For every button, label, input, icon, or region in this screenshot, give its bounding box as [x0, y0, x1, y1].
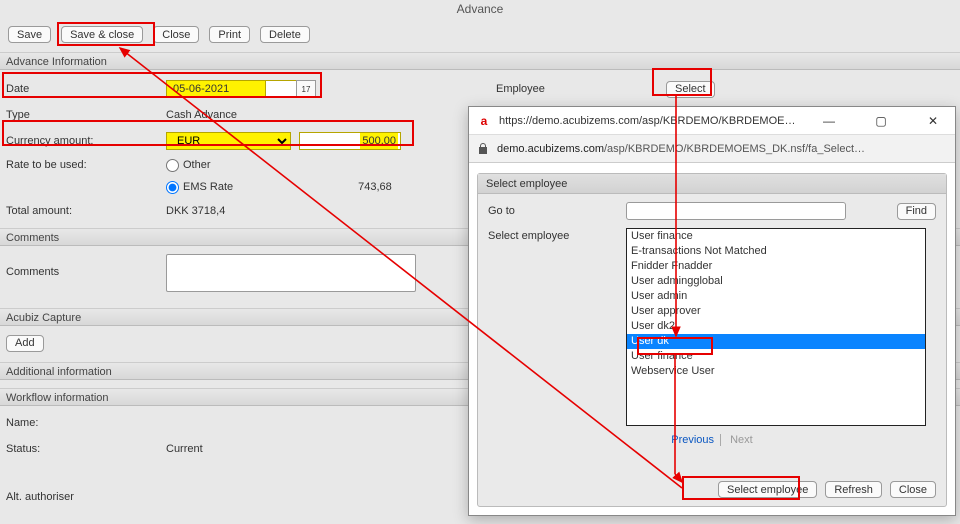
popup-url-bar: demo.acubizems.com/asp/KBRDEMO/KBRDEMOEM… — [469, 135, 955, 163]
calendar-icon[interactable]: 17 — [296, 80, 316, 98]
pager-next[interactable]: Next — [724, 434, 753, 446]
section-advance-info: Advance Information — [0, 52, 960, 70]
window-title: Advance — [0, 2, 960, 16]
select-employee-label: Select employee — [488, 228, 618, 242]
popup-header: Select employee — [478, 174, 946, 194]
employee-item[interactable]: Webservice User — [627, 364, 925, 379]
rate-other-radio[interactable] — [166, 159, 179, 172]
employee-item[interactable]: E-transactions Not Matched — [627, 244, 925, 259]
rate-label: Rate to be used: — [6, 159, 166, 171]
window-minimize-button[interactable]: — — [807, 107, 851, 135]
close-button[interactable]: Close — [153, 26, 199, 43]
popup-close-button[interactable]: Close — [890, 481, 936, 498]
alt-authoriser-label: Alt. authoriser — [6, 491, 166, 503]
refresh-button[interactable]: Refresh — [825, 481, 882, 498]
rate-ems-label: EMS Rate — [183, 181, 233, 193]
save-button[interactable]: Save — [8, 26, 51, 43]
date-field[interactable]: 05-06-2021 — [166, 80, 266, 98]
type-label: Type — [6, 109, 166, 121]
employee-listbox[interactable]: User financeE-transactions Not MatchedFn… — [626, 228, 926, 426]
total-label: Total amount: — [6, 205, 166, 217]
delete-button[interactable]: Delete — [260, 26, 310, 43]
select-employee-popup: a https://demo.acubizems.com/asp/KBRDEMO… — [468, 106, 956, 516]
amount-value: 500,00 — [360, 133, 398, 149]
total-value: DKK 3718,4 — [166, 205, 225, 217]
employee-item[interactable]: User admin — [627, 289, 925, 304]
select-employee-button[interactable]: Select employee — [718, 481, 817, 498]
pager: Previous Next — [478, 434, 946, 446]
print-button[interactable]: Print — [209, 26, 250, 43]
find-button[interactable]: Find — [897, 203, 936, 220]
date-label: Date — [6, 83, 166, 95]
window-close-button[interactable]: ✕ — [911, 107, 955, 135]
status-label: Status: — [6, 443, 166, 455]
goto-label: Go to — [488, 205, 618, 217]
employee-label: Employee — [496, 83, 666, 95]
popup-title: https://demo.acubizems.com/asp/KBRDEMO/K… — [499, 115, 799, 127]
popup-titlebar: a https://demo.acubizems.com/asp/KBRDEMO… — [469, 107, 955, 135]
main-toolbar: Save Save & close Close Print Delete — [8, 26, 310, 43]
rate-ems-radio[interactable] — [166, 181, 179, 194]
employee-item[interactable]: User dk2 — [627, 319, 925, 334]
name-label: Name: — [6, 417, 166, 429]
save-close-button[interactable]: Save & close — [61, 26, 143, 43]
comments-label: Comments — [6, 254, 166, 278]
pager-prev[interactable]: Previous — [671, 434, 721, 446]
rate-other-label: Other — [183, 159, 211, 171]
employee-item[interactable]: User finance — [627, 229, 925, 244]
employee-item[interactable]: User dk — [627, 334, 925, 349]
currency-label: Currency amount: — [6, 135, 166, 147]
popup-url-host: demo.acubizems.com — [497, 143, 604, 155]
comments-input[interactable] — [166, 254, 416, 292]
favicon-icon: a — [477, 114, 491, 128]
employee-item[interactable]: User finance — [627, 349, 925, 364]
type-value: Cash Advance — [166, 109, 237, 121]
goto-input[interactable] — [626, 202, 846, 220]
popup-url-path: /asp/KBRDEMO/KBRDEMOEMS_DK.nsf/fa_Select… — [604, 143, 865, 155]
lock-icon — [477, 143, 489, 155]
employee-item[interactable]: User admingglobal — [627, 274, 925, 289]
status-value: Current — [166, 443, 203, 455]
amount-input[interactable]: 500,00 — [299, 132, 401, 150]
date-gap — [266, 80, 296, 98]
rate-value: 743,68 — [358, 181, 392, 193]
capture-add-button[interactable]: Add — [6, 335, 44, 352]
employee-select-button[interactable]: Select — [666, 81, 715, 98]
currency-select[interactable]: EUR — [166, 132, 291, 150]
employee-item[interactable]: Fnidder Fnadder — [627, 259, 925, 274]
employee-item[interactable]: User approver — [627, 304, 925, 319]
window-maximize-button[interactable]: ▢ — [859, 107, 903, 135]
